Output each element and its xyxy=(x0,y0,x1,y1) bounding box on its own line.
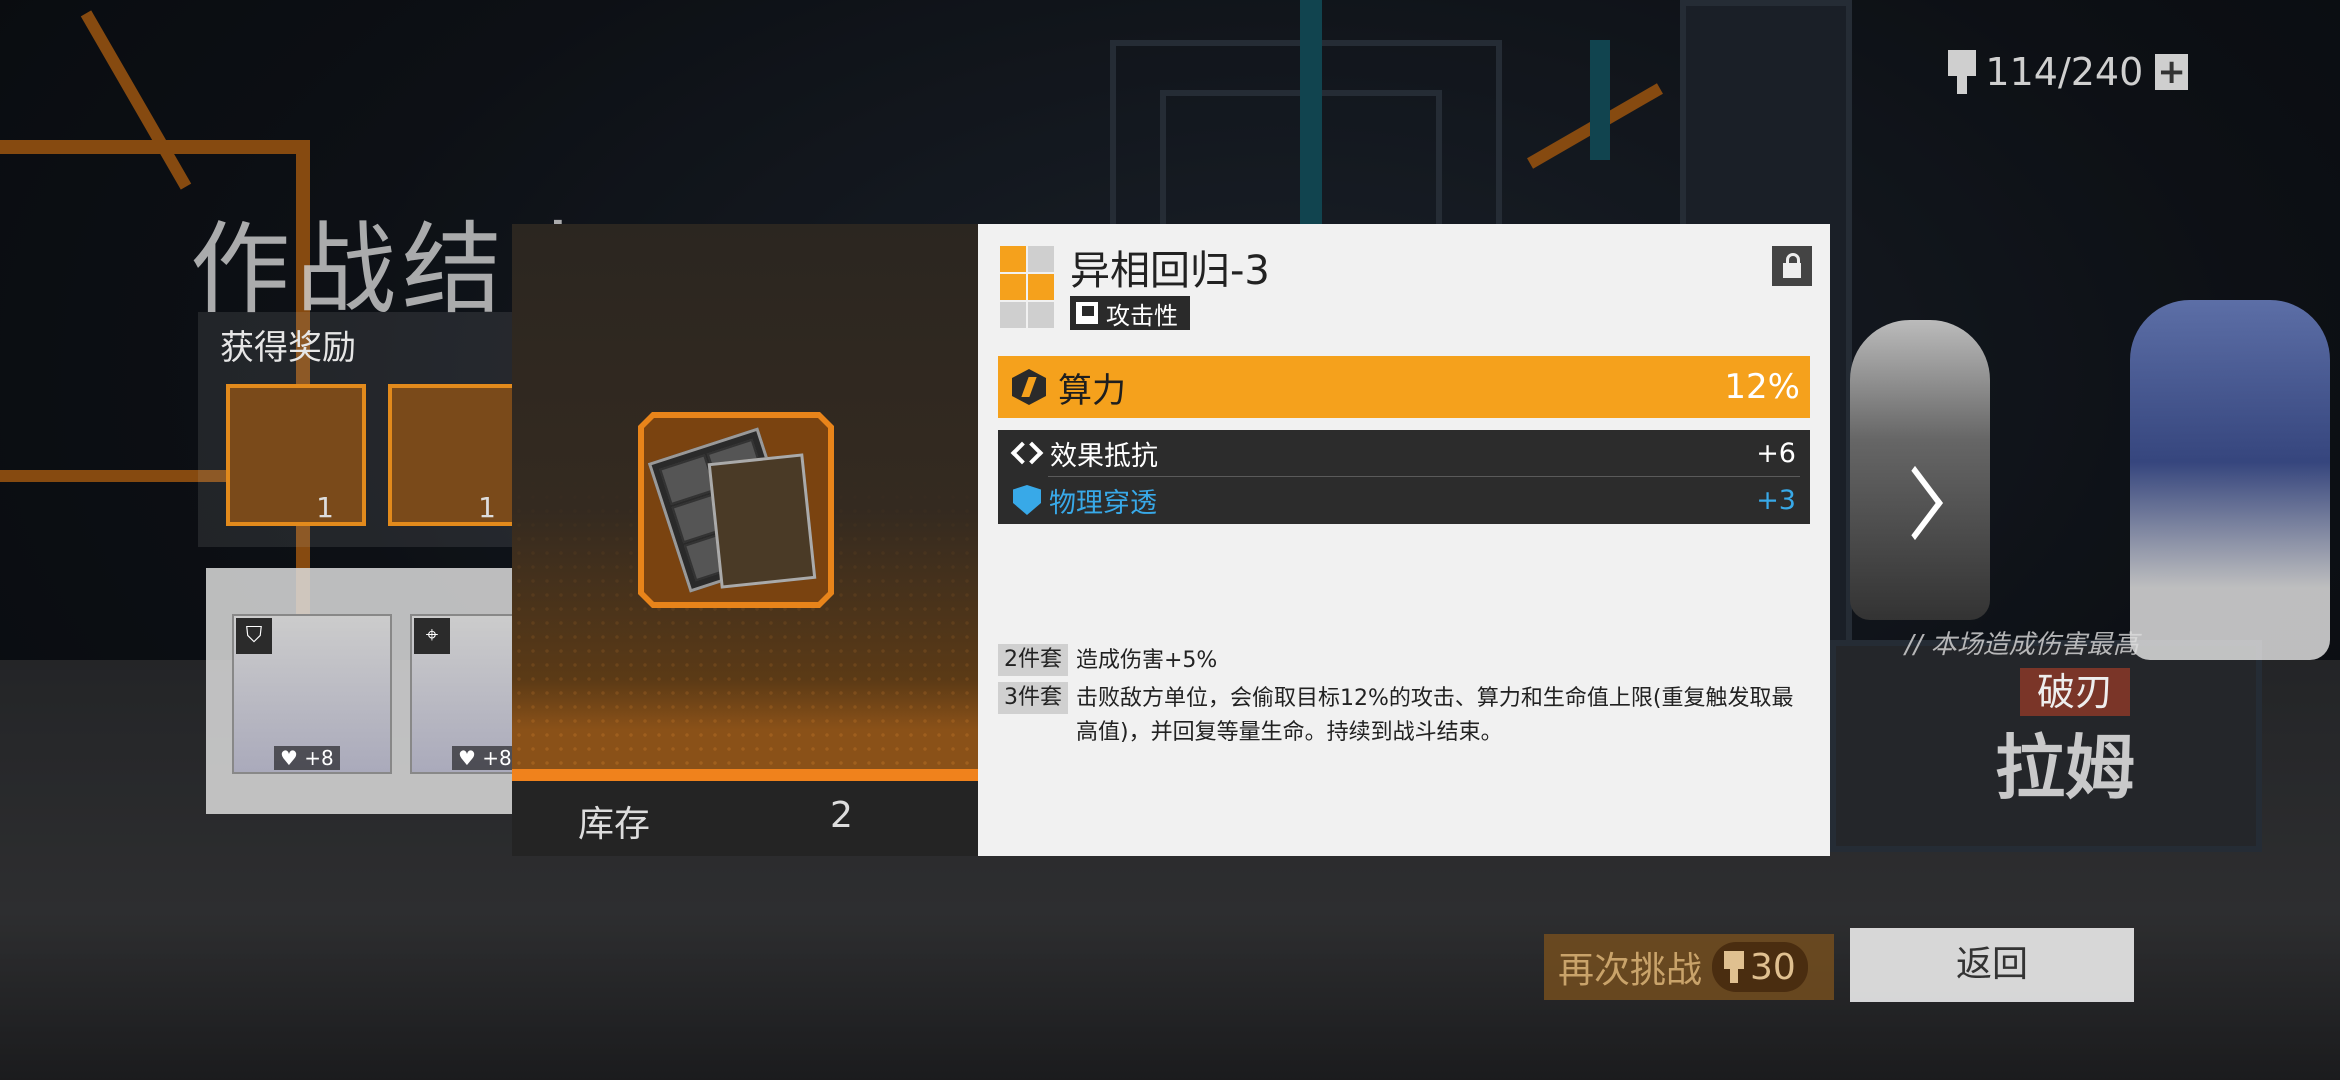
item-preview-panel: 库存 2 xyxy=(512,224,978,856)
item-icon-frame xyxy=(638,412,834,608)
stock-label: 库存 xyxy=(578,804,651,845)
main-stat-label: 算力 xyxy=(1058,370,1126,411)
heal-value: ♥ +8 xyxy=(274,746,340,770)
character-portrait[interactable]: ⛉ ♥ +8 xyxy=(232,614,392,774)
item-type-badge: 攻击性 xyxy=(1070,296,1190,330)
reward-count: 1 xyxy=(478,491,496,524)
stamina-value: 114/240 xyxy=(1985,50,2144,94)
sub-stat-row: 物理穿透 +3 xyxy=(998,477,1810,523)
sub-stat-label: 效果抵抗 xyxy=(1050,440,1158,472)
target-role-icon: ⌖ xyxy=(414,618,450,654)
sub-stat-row: 效果抵抗 +6 xyxy=(998,430,1810,476)
compute-icon xyxy=(1012,369,1046,405)
flag-icon xyxy=(1076,302,1098,324)
stamina-icon xyxy=(1724,951,1745,983)
retry-cost: 30 xyxy=(1712,942,1808,992)
set-tag: 2件套 xyxy=(998,644,1068,676)
stamina-icon xyxy=(1948,50,1977,94)
item-icon xyxy=(644,418,828,602)
sub-stat-value: +6 xyxy=(1756,437,1796,469)
reward-count: 1 xyxy=(316,491,334,524)
item-detail-panel: 异相回归-3 攻击性 算力 12% 效果抵抗 +6 物理穿透 +3 2件套 造成… xyxy=(978,224,1830,856)
item-name: 异相回归-3 xyxy=(1070,248,1270,294)
set-tag: 3件套 xyxy=(998,682,1068,714)
set-text: 击败敌方单位，会偷取目标12%的攻击、算力和生命值上限(重复触发取最高值)，并回… xyxy=(1076,686,1794,745)
set-slots-icon xyxy=(1000,246,1056,330)
accent-stripe xyxy=(512,769,978,781)
main-stat-bar: 算力 12% xyxy=(998,356,1810,418)
set-effects: 2件套 造成伤害+5% 3件套 击败敌方单位，会偷取目标12%的攻击、算力和生命… xyxy=(998,644,1810,754)
back-button[interactable]: 返回 xyxy=(1850,928,2134,1002)
plus-icon[interactable]: + xyxy=(2155,54,2188,90)
lock-icon-body xyxy=(1783,263,1801,278)
character-model xyxy=(2130,300,2330,660)
heal-value: ♥ +8 xyxy=(452,746,518,770)
retry-label: 再次挑战 xyxy=(1558,950,1703,991)
sub-stat-label: 物理穿透 xyxy=(1049,487,1157,519)
effect-resist-icon xyxy=(1012,438,1042,468)
stock-value: 2 xyxy=(830,795,853,836)
set-effect-row: 2件套 造成伤害+5% xyxy=(998,644,1810,678)
sub-stat-value: +3 xyxy=(1756,484,1796,516)
set-text: 造成伤害+5% xyxy=(1076,648,1218,673)
chip-icon xyxy=(708,453,817,588)
sub-stats-panel: 效果抵抗 +6 物理穿透 +3 xyxy=(998,430,1810,524)
rewards-panel: 获得奖励 1 1 xyxy=(198,312,558,547)
retry-cost-value: 30 xyxy=(1750,946,1796,988)
lock-button[interactable] xyxy=(1772,246,1812,286)
item-type-label: 攻击性 xyxy=(1106,301,1178,330)
best-damage-label: // 本场造成伤害最高 xyxy=(1905,630,2139,660)
main-stat-value: 12% xyxy=(1724,367,1800,407)
set-effect-row: 3件套 击败敌方单位，会偷取目标12%的攻击、算力和生命值上限(重复触发取最高值… xyxy=(998,682,1810,750)
physical-penetration-icon xyxy=(1013,485,1041,515)
next-arrow-icon[interactable] xyxy=(1892,470,1932,550)
stamina-counter: 114/240 + xyxy=(1948,44,2188,100)
rewards-label: 获得奖励 xyxy=(220,328,356,368)
stock-bar: 库存 2 xyxy=(512,781,978,856)
reward-item[interactable]: 1 xyxy=(388,384,528,526)
defender-role-icon: ⛉ xyxy=(236,618,272,654)
mvp-name: 拉姆 xyxy=(1995,727,2135,809)
retry-button[interactable]: 再次挑战 30 xyxy=(1544,934,1834,1000)
reward-item[interactable]: 1 xyxy=(226,384,366,526)
mvp-title: 破刃 xyxy=(2020,668,2130,716)
